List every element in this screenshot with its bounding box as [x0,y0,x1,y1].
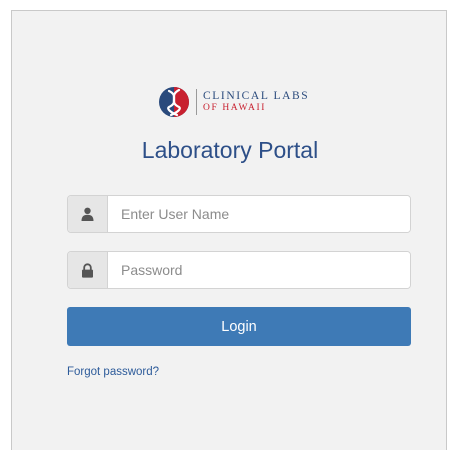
clinical-labs-dna-logo-icon [159,87,189,117]
login-button[interactable]: Login [67,307,411,346]
brand-logo: CLINICAL LABS OF HAWAII [158,84,309,120]
forgot-password-link[interactable]: Forgot password? [67,366,159,378]
password-input[interactable] [108,252,410,288]
password-addon [68,252,108,288]
username-input[interactable] [108,196,410,232]
page-title: Laboratory Portal [141,137,319,163]
login-panel: CLINICAL LABS OF HAWAII Laboratory Porta… [11,10,447,450]
logo-location: OF HAWAII [203,103,266,113]
lock-icon [82,262,93,278]
logo-name: CLINICAL LABS [203,89,310,102]
user-icon [81,207,94,221]
password-input-group [67,251,411,289]
username-addon [68,196,108,232]
logo-wordmark: CLINICAL LABS OF HAWAII [203,89,310,114]
logo-divider [196,89,197,115]
username-input-group [67,195,411,233]
